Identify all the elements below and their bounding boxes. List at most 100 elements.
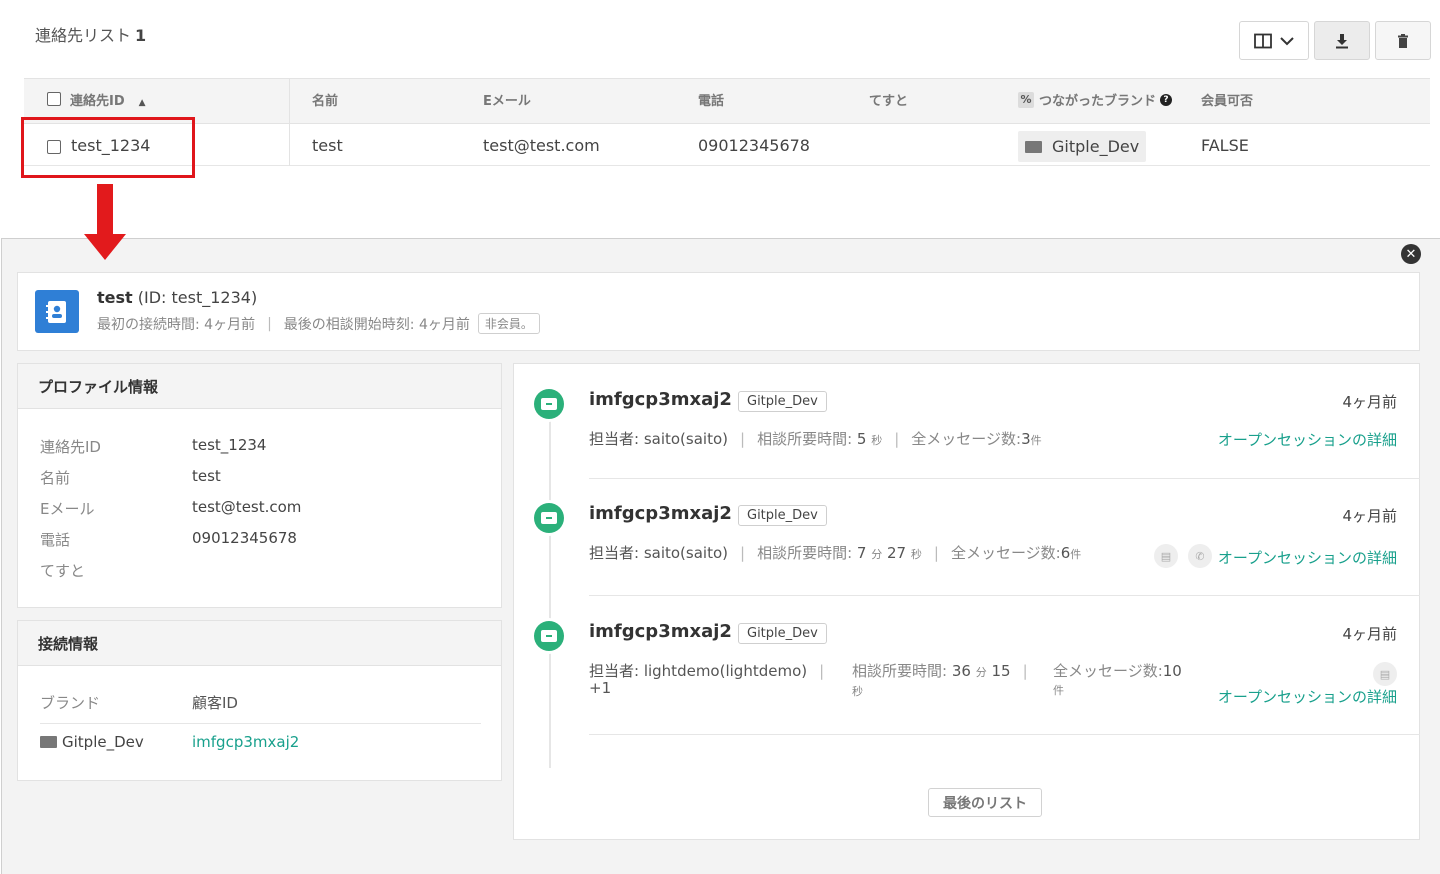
open-session-detail-link[interactable]: オープンセッションの詳細 — [1218, 429, 1397, 450]
contact-name-text: test — [97, 288, 133, 307]
columns-icon — [1254, 33, 1272, 48]
member-status-badge: 非会員。 — [477, 313, 540, 334]
column-header-email[interactable]: Eメール — [483, 90, 531, 109]
download-button[interactable] — [1314, 21, 1370, 60]
column-header-member[interactable]: 会員可否 — [1201, 90, 1253, 109]
contact-summary-card — [17, 272, 1420, 351]
profile-value: test — [192, 467, 221, 485]
arrow-indicator — [97, 184, 113, 236]
open-session-detail-link[interactable]: オープンセッションの詳細 — [1218, 547, 1397, 568]
connection-card-header: 接続情報 — [18, 621, 501, 666]
session-messages-label: 全メッセージ数: — [1053, 662, 1163, 680]
session-duration-value: 36 — [951, 662, 971, 680]
session-meta: 担当者: saito(saito) | 相談所要時間: 5 秒 | 全メッセージ数:3件 — [589, 430, 1042, 448]
list-count: 1 — [135, 26, 147, 45]
profile-card: プロファイル情報 連絡先ID test_1234 名前 test Eメール te… — [17, 363, 502, 608]
session-time: 4ヶ月前 — [1342, 507, 1397, 525]
session-agent: 担当者: lightdemo(lightdemo) | — [589, 662, 825, 680]
profile-label: 連絡先ID — [40, 438, 101, 456]
connection-label-customer: 顧客ID — [192, 694, 238, 712]
cell-phone: 09012345678 — [698, 136, 810, 155]
document-icon[interactable]: ▤ — [1154, 544, 1178, 568]
help-icon[interactable]: ? — [1160, 93, 1173, 106]
highlight-box — [21, 117, 195, 178]
timeline-line — [549, 408, 551, 768]
phone-icon[interactable]: ✆ — [1188, 544, 1212, 568]
cell-brand-label: Gitple_Dev — [1052, 137, 1140, 156]
first-connect-time: 最初の接続時間: 4ヶ月前 — [97, 316, 256, 333]
connection-brand-label: Gitple_Dev — [62, 733, 144, 751]
cell-brand-badge: Gitple_Dev — [1018, 131, 1147, 162]
session-duration-unit-wrap: 秒 — [852, 681, 863, 699]
chat-session-icon — [534, 503, 564, 533]
session-agent-name: 担当者: lightdemo(lightdemo) — [589, 662, 808, 680]
column-header-contact-id[interactable]: 連絡先ID ▲ — [70, 90, 146, 109]
session-meta: 担当者: saito(saito) | 相談所要時間: 7 分 27 秒 | 全メッセー… — [589, 544, 1082, 562]
select-all-checkbox[interactable] — [47, 92, 61, 106]
chat-icon — [1025, 140, 1042, 153]
session-time: 4ヶ月前 — [1342, 625, 1397, 643]
session-title[interactable]: imfgcp3mxaj2 — [589, 389, 732, 410]
session-agent-extra-count: +1 — [589, 679, 612, 697]
session-agent: 担当者: saito(saito) — [589, 544, 728, 562]
session-messages-unit: 件 — [1053, 684, 1064, 697]
profile-label: Eメール — [40, 500, 95, 518]
open-session-detail-link[interactable]: オープンセッションの詳細 — [1218, 686, 1397, 707]
profile-label: てすと — [40, 562, 86, 580]
column-header-test[interactable]: てすと — [869, 90, 908, 109]
cell-member: FALSE — [1201, 136, 1249, 155]
chat-icon — [40, 736, 57, 748]
delete-button[interactable] — [1375, 21, 1431, 60]
session-messages-label: 全メッセージ数: — [911, 430, 1022, 448]
trash-icon — [1398, 33, 1408, 48]
session-messages-unit: 件 — [1070, 548, 1082, 561]
session-messages-unit-wrap: 件 — [1053, 680, 1064, 698]
session-brand-badge: Gitple_Dev — [738, 623, 827, 644]
column-header-brand-label: つながったブランド — [1039, 94, 1157, 109]
profile-value: test@test.com — [192, 498, 302, 516]
session-duration: 相談所要時間: 36 分 15 | — [852, 662, 1028, 680]
column-header-brand[interactable]: % つながったブランド ? — [1018, 90, 1173, 109]
contact-meta: 最初の接続時間: 4ヶ月前 | 最後の相談開始時刻: 4ヶ月前 非会員。 — [97, 313, 540, 334]
session-agent-extra: +1 — [589, 679, 611, 697]
customer-id-link[interactable]: imfgcp3mxaj2 — [192, 733, 299, 751]
profile-label: 名前 — [40, 469, 71, 487]
session-title[interactable]: imfgcp3mxaj2 — [589, 503, 732, 524]
last-list-button[interactable]: 最後のリスト — [928, 788, 1042, 817]
profile-card-header: プロファイル情報 — [18, 364, 501, 409]
session-duration-label: 相談所要時間: — [757, 544, 853, 562]
session-duration-unit: 秒 — [871, 434, 883, 447]
column-header-contact-id-label: 連絡先ID — [70, 94, 125, 109]
session-messages-count: 10 — [1162, 662, 1182, 680]
connection-brand: Gitple_Dev — [40, 733, 144, 751]
list-title: 連絡先リスト 1 — [35, 22, 146, 46]
session-agent: 担当者: saito(saito) — [589, 430, 728, 448]
column-header-phone[interactable]: 電話 — [698, 90, 724, 109]
session-messages-unit: 件 — [1030, 434, 1042, 447]
profile-label: 電話 — [40, 531, 71, 549]
profile-value: 09012345678 — [192, 529, 297, 547]
session-duration-label: 相談所要時間: — [757, 430, 853, 448]
close-icon[interactable]: ✕ — [1401, 244, 1421, 264]
connection-label-brand: ブランド — [40, 694, 101, 712]
session-duration-label: 相談所要時間: — [852, 662, 948, 680]
contact-id-text: (ID: test_1234) — [137, 288, 258, 307]
session-duration-value: 7 — [856, 544, 867, 562]
session-title[interactable]: imfgcp3mxaj2 — [589, 621, 732, 642]
session-messages: 全メッセージ数:10 — [1053, 660, 1182, 681]
contact-name: test (ID: test_1234) — [97, 288, 257, 307]
download-icon — [1336, 33, 1348, 48]
session-duration-unit: 秒 — [910, 548, 922, 561]
column-header-name[interactable]: 名前 — [312, 90, 338, 109]
chat-session-icon — [534, 389, 564, 419]
session-brand-badge: Gitple_Dev — [738, 391, 827, 412]
column-toggle-button[interactable] — [1239, 21, 1309, 60]
chevron-down-icon — [1280, 36, 1294, 45]
last-consult-time: 最後の相談開始時刻: 4ヶ月前 — [283, 316, 470, 333]
document-icon[interactable]: ▤ — [1373, 662, 1397, 686]
session-messages-count: 3 — [1021, 430, 1031, 448]
session-brand-badge: Gitple_Dev — [738, 505, 827, 526]
session-duration-unit: 秒 — [852, 685, 863, 698]
session-messages-count: 6 — [1060, 544, 1071, 562]
session-duration-value: 5 — [856, 430, 867, 448]
